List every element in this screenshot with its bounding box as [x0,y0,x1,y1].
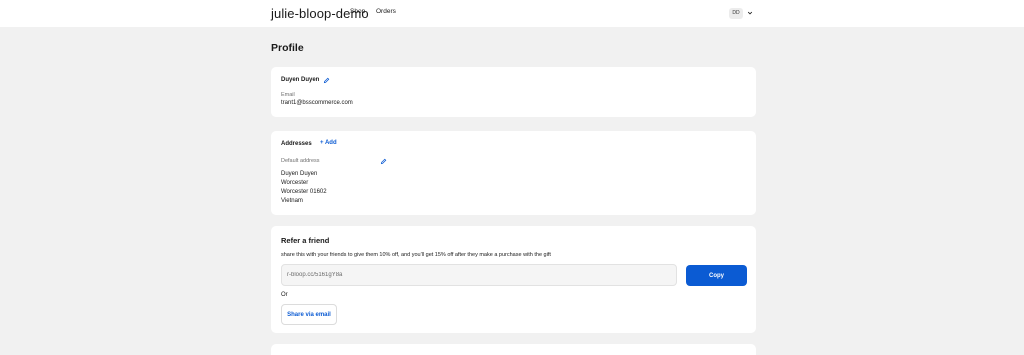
nav-link-orders[interactable]: Orders [376,8,396,15]
copy-button[interactable]: Copy [686,265,747,286]
email-value: trant1@bsscommerce.com [281,100,353,106]
add-address-button[interactable]: + Add [320,140,337,146]
pencil-icon[interactable] [380,158,387,165]
refer-a-friend-card: Refer a friend share this with your frie… [271,226,756,333]
customer-name: Duyen Duyen [281,77,320,83]
referral-link-field[interactable] [281,264,677,286]
addresses-title: Addresses [281,141,312,147]
next-card [271,344,756,355]
nav-link-shop[interactable]: Shop [350,8,365,15]
default-address-label: Default address [281,158,320,164]
profile-card: Duyen Duyen Email trant1@bsscommerce.com [271,67,756,117]
address-line: Duyen Duyen [281,171,318,177]
email-label: Email [281,92,295,98]
or-label: Or [281,292,288,298]
addresses-card: Addresses + Add Default address Duyen Du… [271,131,756,215]
account-menu[interactable]: DD [729,6,753,20]
top-navigation-bar: julie-bloop-demo Shop Orders DD [0,0,1024,27]
address-line: Vietnam [281,198,303,204]
refer-description: share this with your friends to give the… [281,252,551,258]
address-line: Worcester [281,180,309,186]
avatar: DD [729,7,743,19]
pencil-icon[interactable] [323,77,330,84]
refer-title: Refer a friend [281,236,330,245]
chevron-down-icon [747,11,753,15]
address-line: Worcester 01602 [281,189,327,195]
share-via-email-button[interactable]: Share via email [281,304,337,325]
page-title: Profile [271,42,304,54]
